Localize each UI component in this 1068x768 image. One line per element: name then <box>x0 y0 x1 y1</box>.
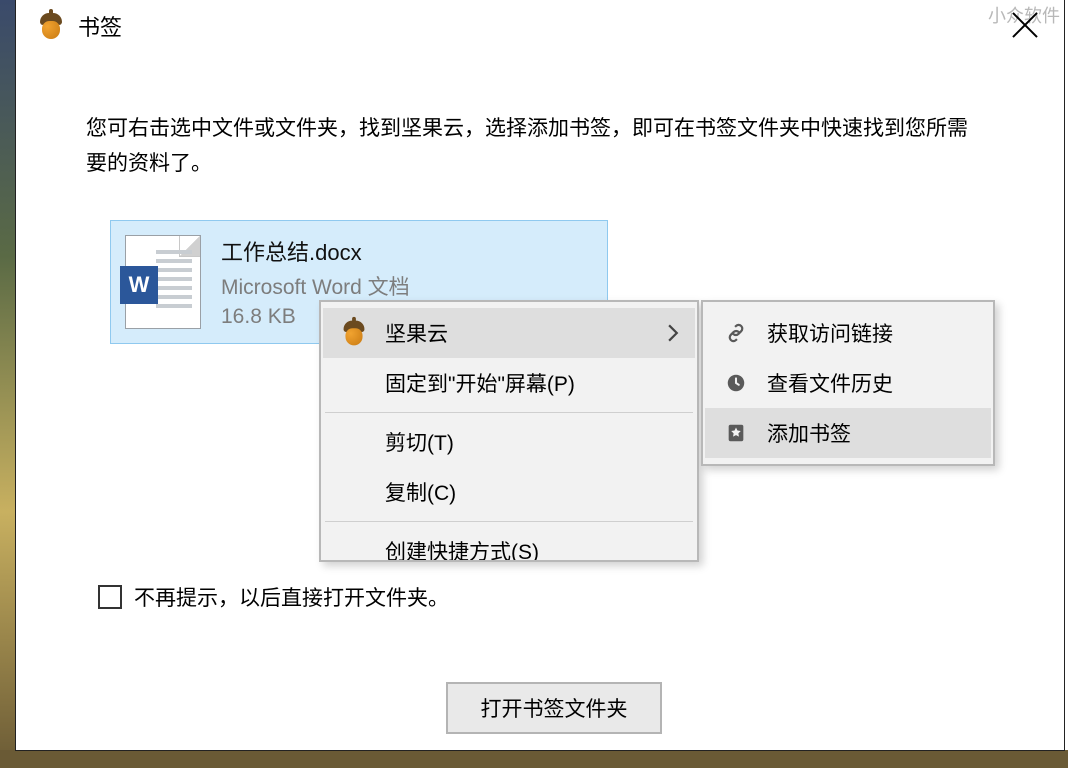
checkbox-icon[interactable] <box>98 585 122 609</box>
file-type: Microsoft Word 文档 <box>221 271 410 301</box>
menu-item-create-shortcut[interactable]: 创建快捷方式(S) <box>323 526 695 562</box>
menu-item-label: 创建快捷方式(S) <box>385 536 539 562</box>
menu-item-pin-to-start[interactable]: 固定到"开始"屏幕(P) <box>323 358 695 408</box>
submenu-item-label: 添加书签 <box>767 418 851 448</box>
submenu-item-view-history[interactable]: 查看文件历史 <box>705 358 991 408</box>
menu-item-cut[interactable]: 剪切(T) <box>323 417 695 467</box>
menu-item-label: 复制(C) <box>385 477 456 507</box>
open-bookmark-folder-button[interactable]: 打开书签文件夹 <box>446 682 662 734</box>
file-name: 工作总结.docx <box>221 235 410 267</box>
menu-separator <box>325 412 693 413</box>
close-icon[interactable] <box>1008 8 1042 42</box>
checkbox-label: 不再提示，以后直接打开文件夹。 <box>134 582 449 612</box>
chevron-right-icon <box>668 324 679 342</box>
bookmark-star-icon <box>719 416 753 450</box>
menu-item-copy[interactable]: 复制(C) <box>323 467 695 517</box>
word-letter: W <box>120 266 158 304</box>
app-acorn-icon <box>38 13 64 39</box>
dont-show-again-row[interactable]: 不再提示，以后直接打开文件夹。 <box>98 582 449 612</box>
clock-icon <box>719 366 753 400</box>
menu-separator <box>325 521 693 522</box>
desktop-background-left <box>0 0 16 768</box>
submenu-item-get-link[interactable]: 获取访问链接 <box>705 308 991 358</box>
bookmark-dialog: 小众软件 书签 您可右击选中文件或文件夹，找到坚果云，选择添加书签，即可在书签文… <box>16 0 1064 750</box>
nutstore-acorn-icon <box>337 316 371 350</box>
dialog-title: 书签 <box>78 10 122 42</box>
context-menu: 坚果云 固定到"开始"屏幕(P) 剪切(T) 复制(C) 创建快捷方式(S) <box>319 300 699 562</box>
submenu-item-add-bookmark[interactable]: 添加书签 <box>705 408 991 458</box>
menu-item-label: 固定到"开始"屏幕(P) <box>385 368 575 398</box>
nutstore-submenu: 获取访问链接 查看文件历史 添加书签 <box>701 300 995 466</box>
desktop-background-bottom <box>0 750 1068 768</box>
submenu-item-label: 查看文件历史 <box>767 368 893 398</box>
menu-item-label: 坚果云 <box>385 318 448 348</box>
menu-item-nutstore[interactable]: 坚果云 <box>323 308 695 358</box>
titlebar: 书签 <box>16 0 1064 52</box>
word-file-icon: W <box>125 235 201 329</box>
instruction-text: 您可右击选中文件或文件夹，找到坚果云，选择添加书签，即可在书签文件夹中快速找到您… <box>86 112 986 181</box>
link-icon <box>719 316 753 350</box>
submenu-item-label: 获取访问链接 <box>767 318 893 348</box>
menu-item-label: 剪切(T) <box>385 427 454 457</box>
button-label: 打开书签文件夹 <box>481 693 628 723</box>
